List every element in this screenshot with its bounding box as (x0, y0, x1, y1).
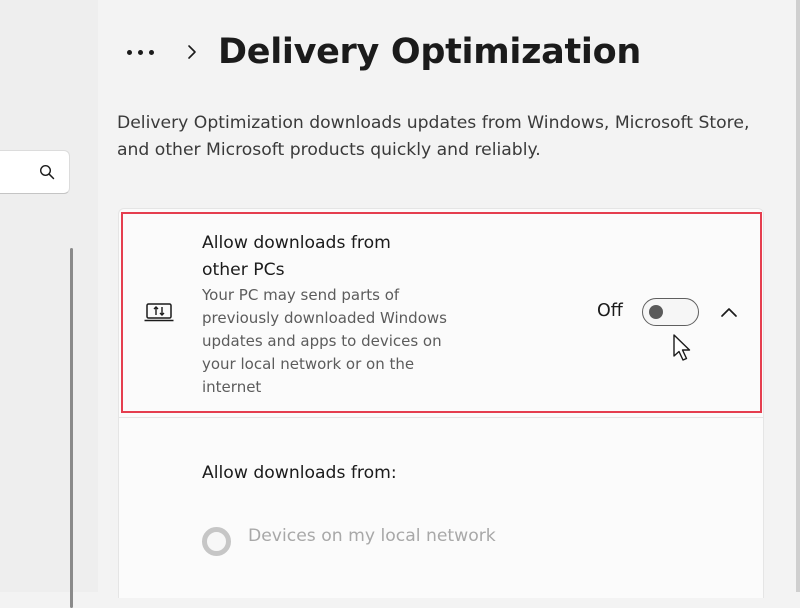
window-edge (796, 0, 800, 592)
nav-scrollbar[interactable] (70, 248, 73, 608)
mouse-cursor-icon (673, 334, 691, 361)
more-horizontal-icon (126, 49, 132, 55)
pc-transfer-icon (144, 303, 174, 322)
more-horizontal-icon (137, 49, 143, 55)
page-title: Delivery Optimization (218, 32, 641, 72)
navigation-pane (0, 0, 98, 608)
allow-downloads-heading: Allow downloads from: (202, 463, 397, 483)
allow-downloads-toggle[interactable] (642, 298, 699, 326)
setting-description: Your PC may send parts of previously dow… (202, 286, 447, 396)
page-description: Delivery Optimization downloads updates … (117, 113, 750, 160)
radio-label-local-network: Devices on my local network (248, 526, 496, 546)
chevron-right-icon (188, 45, 196, 59)
toggle-state-label: Off (597, 301, 623, 321)
more-button[interactable] (120, 32, 160, 72)
more-horizontal-icon (148, 49, 154, 55)
expanded-section (118, 418, 764, 598)
search-icon[interactable] (39, 164, 55, 180)
toggle-knob (649, 304, 663, 319)
setting-title: Allow downloads from other PCs (202, 233, 391, 280)
breadcrumb: Delivery Optimization (120, 26, 641, 78)
search-box[interactable] (0, 150, 70, 194)
chevron-up-icon[interactable] (720, 305, 738, 319)
radio-local-network[interactable] (202, 527, 231, 556)
